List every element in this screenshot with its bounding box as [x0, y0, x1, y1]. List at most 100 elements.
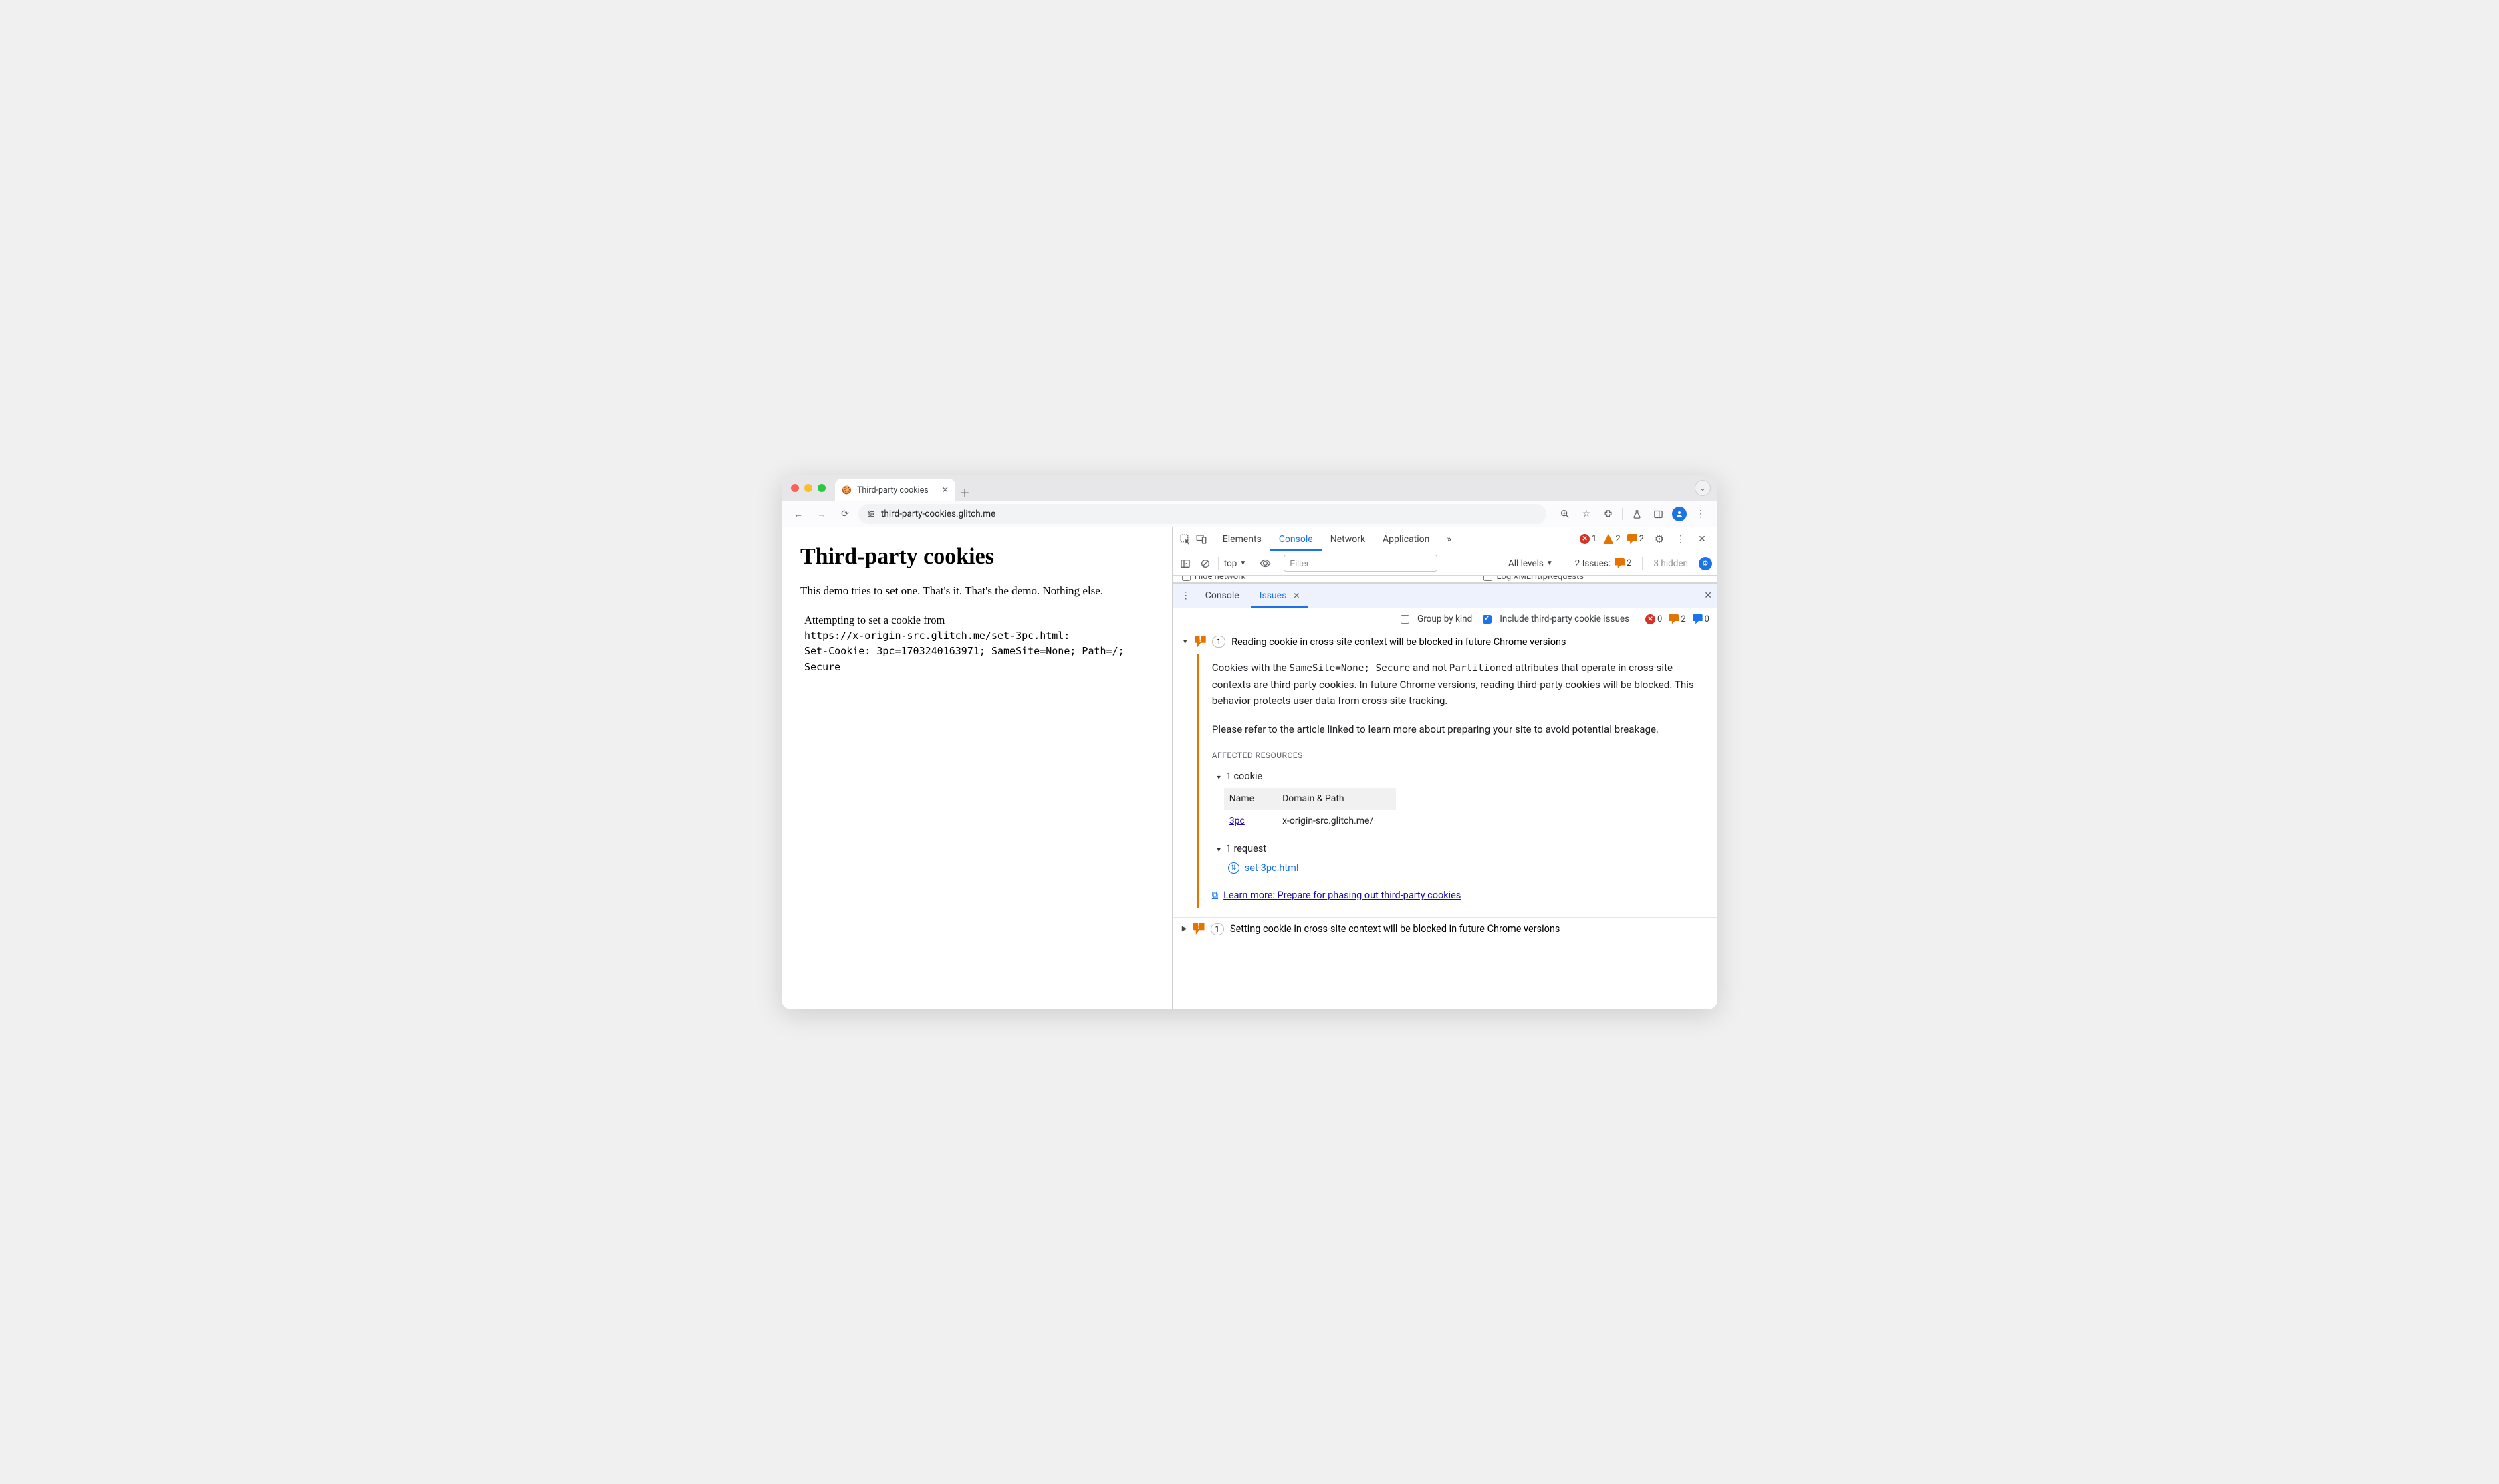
- issue-body: Cookies with the SameSite=None; Secure a…: [1197, 654, 1717, 908]
- drawer-tabs: ⋮ Console Issues✕ ✕: [1173, 583, 1717, 608]
- console-toolbar: top▼ All levels▼ 2 Issues: 2 3 hidden ⚙: [1173, 551, 1717, 576]
- devtools-menu-icon[interactable]: ⋮: [1671, 529, 1691, 549]
- cookie-name-link[interactable]: 3pc: [1224, 810, 1277, 832]
- back-button[interactable]: ←: [788, 504, 808, 524]
- extensions-icon[interactable]: [1598, 504, 1618, 524]
- devtools-panel: Elements Console Network Application » ✕…: [1172, 527, 1717, 1009]
- table-header: Domain & Path: [1277, 788, 1396, 810]
- learn-more-link[interactable]: ⧉ Learn more: Prepare for phasing out th…: [1212, 888, 1708, 903]
- issues-filter-bar: Group by kind Include third-party cookie…: [1173, 608, 1717, 630]
- hidden-messages[interactable]: 3 hidden: [1653, 558, 1688, 569]
- tab-network[interactable]: Network: [1322, 527, 1374, 551]
- device-toolbar-icon[interactable]: [1194, 533, 1209, 545]
- issue-header[interactable]: 1 Setting cookie in cross-site context w…: [1173, 918, 1717, 941]
- favicon-icon: 🍪: [842, 485, 852, 495]
- log-levels-select[interactable]: All levels▼: [1508, 558, 1553, 569]
- drawer-tab-console[interactable]: Console: [1197, 584, 1248, 608]
- affected-cookie-node[interactable]: ▼1 cookie: [1216, 769, 1708, 784]
- page-intro: This demo tries to set one. That's it. T…: [800, 584, 1153, 598]
- issue-header[interactable]: 1 Reading cookie in cross-site context w…: [1173, 630, 1717, 653]
- issues-warn-count[interactable]: 2: [1669, 614, 1685, 624]
- side-panel-icon[interactable]: [1648, 504, 1668, 524]
- devtools-close-icon[interactable]: ✕: [1692, 529, 1712, 549]
- affected-request-node[interactable]: ▼1 request: [1216, 841, 1708, 856]
- table-header: Name: [1224, 788, 1277, 810]
- execution-context-select[interactable]: top▼: [1224, 558, 1246, 569]
- tab-application[interactable]: Application: [1374, 527, 1438, 551]
- labs-icon[interactable]: [1627, 504, 1647, 524]
- page-log-line-1: Attempting to set a cookie from: [804, 614, 1153, 627]
- divider-icon: [1642, 557, 1643, 570]
- issue-count-badge: 1: [1211, 923, 1224, 935]
- devtools-settings-icon[interactable]: ⚙: [1649, 529, 1669, 549]
- issue-item-collapsed: 1 Setting cookie in cross-site context w…: [1173, 918, 1717, 941]
- clear-console-icon[interactable]: [1198, 558, 1213, 569]
- close-icon: ✕: [1293, 591, 1300, 600]
- tab-elements[interactable]: Elements: [1214, 527, 1270, 551]
- issue-severity-icon: [1195, 636, 1206, 648]
- page-log-line-2: https://x-origin-src.glitch.me/set-3pc.h…: [804, 628, 1153, 644]
- toolbar-right: ☆ ⋮: [1555, 504, 1711, 524]
- new-tab-button[interactable]: ＋: [955, 483, 974, 501]
- tab-strip: 🍪 Third-party cookies ✕ ＋ ⌄: [782, 475, 1717, 501]
- live-expression-icon[interactable]: [1258, 558, 1272, 569]
- forward-button[interactable]: →: [812, 504, 832, 524]
- page-title: Third-party cookies: [800, 544, 1153, 570]
- group-by-kind-checkbox[interactable]: Group by kind: [1401, 614, 1472, 624]
- issue-paragraph: Cookies with the SameSite=None; Secure a…: [1212, 660, 1708, 709]
- address-bar[interactable]: third-party-cookies.glitch.me: [858, 504, 1546, 524]
- console-filter-input[interactable]: [1284, 555, 1437, 572]
- chrome-menu-icon[interactable]: ⋮: [1691, 504, 1711, 524]
- fullscreen-window-icon[interactable]: [818, 484, 826, 492]
- tab-overflow-icon[interactable]: »: [1438, 527, 1460, 551]
- browser-window: 🍪 Third-party cookies ✕ ＋ ⌄ ← → ⟳ third-…: [782, 475, 1717, 1009]
- disclosure-triangle-icon[interactable]: [1182, 638, 1189, 646]
- affected-cookie-table: NameDomain & Path 3pcx-origin-src.glitch…: [1224, 788, 1396, 832]
- minimize-window-icon[interactable]: [804, 484, 812, 492]
- toggle-sidebar-icon[interactable]: [1178, 558, 1193, 569]
- reload-button[interactable]: ⟳: [835, 504, 855, 524]
- page-log-line-3: Set-Cookie: 3pc=1703240163971; SameSite=…: [804, 644, 1153, 675]
- request-icon: ⇅: [1228, 862, 1239, 874]
- profile-avatar[interactable]: [1669, 504, 1689, 524]
- bookmark-icon[interactable]: ☆: [1576, 504, 1596, 524]
- drawer-menu-icon[interactable]: ⋮: [1178, 586, 1194, 606]
- affected-request-link[interactable]: ⇅ set-3pc.html: [1228, 860, 1708, 876]
- issues-error-count[interactable]: ✕0: [1645, 614, 1662, 624]
- warning-count[interactable]: 2: [1603, 534, 1620, 544]
- window-traffic-lights: [791, 484, 826, 492]
- url-text: third-party-cookies.glitch.me: [881, 509, 995, 519]
- issue-item-expanded: 1 Reading cookie in cross-site context w…: [1173, 630, 1717, 918]
- external-link-icon: ⧉: [1212, 889, 1218, 903]
- browser-tab[interactable]: 🍪 Third-party cookies ✕: [835, 479, 955, 501]
- inspect-element-icon[interactable]: [1178, 533, 1193, 545]
- close-window-icon[interactable]: [791, 484, 799, 492]
- issue-title: Reading cookie in cross-site context wil…: [1231, 636, 1566, 648]
- drawer-tab-issues[interactable]: Issues✕: [1251, 584, 1309, 608]
- toolbar-issues-summary[interactable]: 2 Issues: 2: [1575, 558, 1632, 569]
- include-3pc-checkbox[interactable]: Include third-party cookie issues: [1483, 614, 1629, 624]
- divider-icon: [1622, 508, 1623, 520]
- zoom-icon[interactable]: [1555, 504, 1575, 524]
- issue-title: Setting cookie in cross-site context wil…: [1230, 923, 1560, 935]
- issue-paragraph: Please refer to the article linked to le…: [1212, 721, 1708, 737]
- tab-close-icon[interactable]: ✕: [942, 485, 949, 495]
- affected-resources-heading: Affected Resources: [1212, 749, 1708, 762]
- tab-title: Third-party cookies: [857, 485, 929, 495]
- error-count[interactable]: ✕1: [1580, 534, 1596, 544]
- console-settings-icon[interactable]: ⚙: [1699, 557, 1712, 570]
- issue-count-badge: 1: [1212, 636, 1225, 648]
- console-settings-peek: Hide network Log XMLHttpRequests: [1173, 576, 1717, 583]
- web-page-content: Third-party cookies This demo tries to s…: [782, 527, 1172, 1009]
- divider-icon: [1218, 557, 1219, 570]
- issues-count[interactable]: 2: [1627, 534, 1644, 544]
- disclosure-triangle-icon[interactable]: [1182, 925, 1187, 933]
- cookie-domain: x-origin-src.glitch.me/: [1277, 810, 1396, 832]
- devtools-main-tabs: Elements Console Network Application » ✕…: [1173, 527, 1717, 551]
- issues-list: 1 Reading cookie in cross-site context w…: [1173, 630, 1717, 1009]
- tab-overflow-button[interactable]: ⌄: [1695, 480, 1711, 496]
- issues-info-count[interactable]: 0: [1693, 614, 1709, 624]
- drawer-close-icon[interactable]: ✕: [1704, 590, 1712, 601]
- site-settings-icon[interactable]: [866, 509, 876, 519]
- tab-console[interactable]: Console: [1270, 527, 1322, 551]
